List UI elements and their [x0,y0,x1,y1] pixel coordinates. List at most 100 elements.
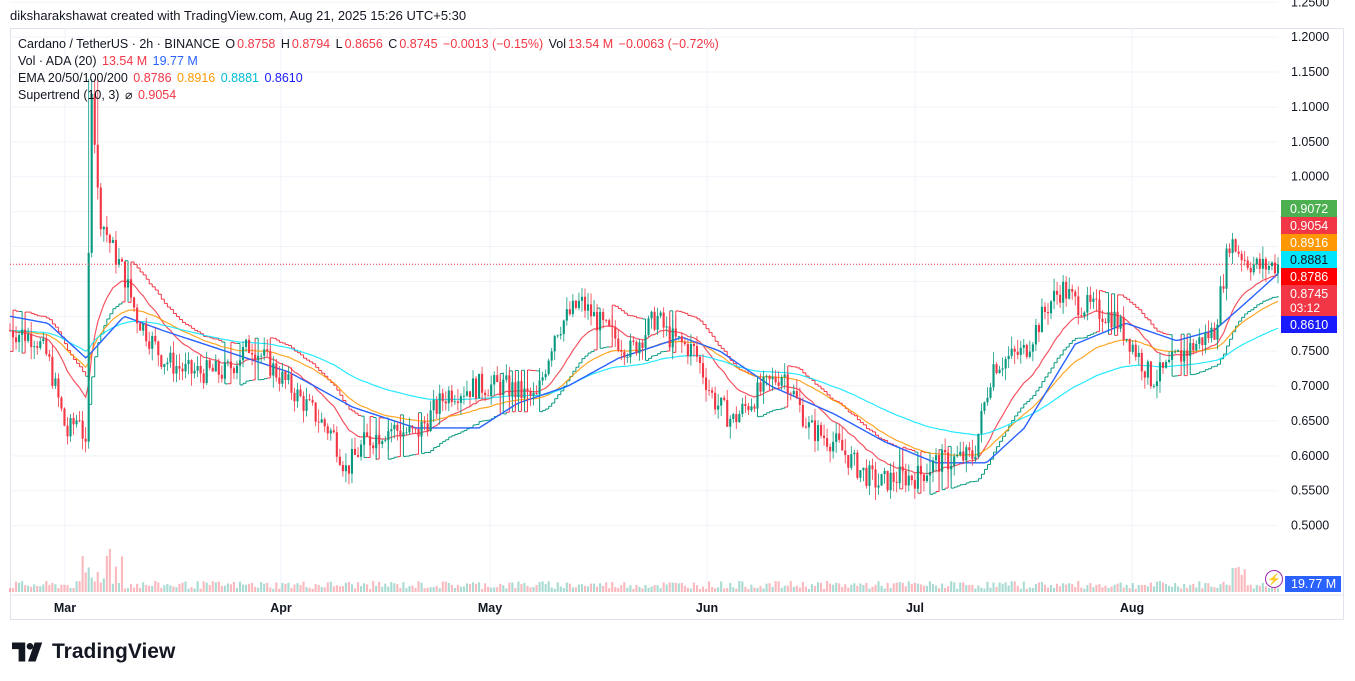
candle-body [889,472,892,491]
volume-bar [1016,585,1019,592]
volume-bar [260,582,263,592]
candle-body [181,368,184,372]
candle-body [916,465,919,489]
legend-ema-20: 0.8786 [133,71,172,85]
legend-vol-ind-label[interactable]: Vol · ADA (20) [18,54,97,68]
time-axis[interactable]: Mar Apr May Jun Jul Aug [54,601,1144,615]
volume-bar [14,581,18,592]
lightning-icon[interactable]: ⚡ [1265,570,1283,588]
candle-body [877,485,880,488]
volume-bar [1065,584,1068,592]
volume-bar [474,583,478,592]
volume-bar [293,584,296,592]
volume-bar [205,582,208,592]
volume-bar [1134,588,1137,592]
time-tick-label: Jun [696,601,718,615]
volume-bar [332,586,335,592]
volume-bar [1037,582,1040,592]
candle-body [1059,294,1062,303]
volume-bar [347,582,350,592]
candle-body [1065,281,1068,299]
candle-body [54,378,57,386]
candle-body [1049,301,1053,314]
candle-body [456,401,459,403]
volume-bar [674,582,677,592]
time-tick-label: Aug [1120,601,1144,615]
candle-body [599,311,602,331]
volume-bar [1007,585,1010,592]
candle-body [910,475,913,481]
tradingview-logo[interactable]: TradingView [12,640,175,664]
legend-ema-200: 0.8610 [264,71,303,85]
volume-bar [84,572,87,592]
candle-body [614,326,617,339]
candle-body [1155,381,1159,387]
price-tick-label: 0.7500 [1291,344,1329,358]
volume-bar [496,587,499,592]
volume-bar [535,584,538,592]
legend-st-label[interactable]: Supertrend (10, 3) [18,88,119,102]
volume-bar [211,581,214,592]
volume-bar [889,587,892,592]
volume-bar [1049,584,1053,592]
volume-bar [786,585,789,592]
volume-bar [257,587,260,592]
candle-body [420,421,423,437]
price-tick-label: 1.1000 [1291,100,1329,114]
candle-body [829,446,832,452]
volume-bar [723,588,726,592]
volume-bar [774,581,777,592]
candle-body [886,470,889,491]
candle-body [883,470,886,475]
tradingview-logo-icon [12,642,43,662]
candle-body [895,481,898,483]
volume-bar [1216,587,1219,592]
volume-bar [925,585,929,592]
volume-bar [338,586,341,592]
candle-body [1128,338,1131,352]
volume-bar [1183,583,1186,592]
candle-body [720,397,723,406]
candle-body [226,361,229,363]
tradingview-logo-text: TradingView [52,640,176,663]
volume-bar [232,582,235,592]
legend-ema-label[interactable]: EMA 20/50/100/200 [18,71,128,85]
candle-body [487,395,490,397]
legend-symbol[interactable]: Cardano / TetherUS · 2h · BINANCE [18,37,220,51]
candle-body [593,312,596,317]
volume-bar [698,588,702,592]
candle-body [1053,290,1056,302]
candle-body [1074,291,1077,297]
candle-body [248,339,251,353]
candle-body [329,430,332,434]
volume-bar [596,586,599,592]
volume-bar [1264,586,1267,592]
volume-bar [1189,584,1192,592]
candle-body [1080,315,1083,317]
volume-bar [275,582,278,592]
candle-body [96,144,99,188]
candle-body [689,343,692,357]
candle-body [63,408,66,426]
candle-body [429,410,432,432]
volume-bar [244,584,248,592]
volume-bar [136,583,139,592]
candle-body [583,296,587,311]
volume-bar [947,586,950,592]
candle-body [714,392,717,410]
volume-bar [711,587,714,592]
volume-bar [617,587,620,592]
candle-body [1031,344,1034,352]
volume-bar [99,582,102,592]
volume-bar [771,586,774,592]
volume-bar [45,581,48,592]
candle-body [925,475,929,482]
volume-bar [1098,584,1101,592]
volume-bar [1228,585,1231,592]
candle-body [284,371,287,381]
candle-body [405,432,408,434]
volume-bar [111,583,114,592]
volume-bar [102,578,105,592]
candle-body [311,399,314,403]
candle-body [1119,317,1122,329]
